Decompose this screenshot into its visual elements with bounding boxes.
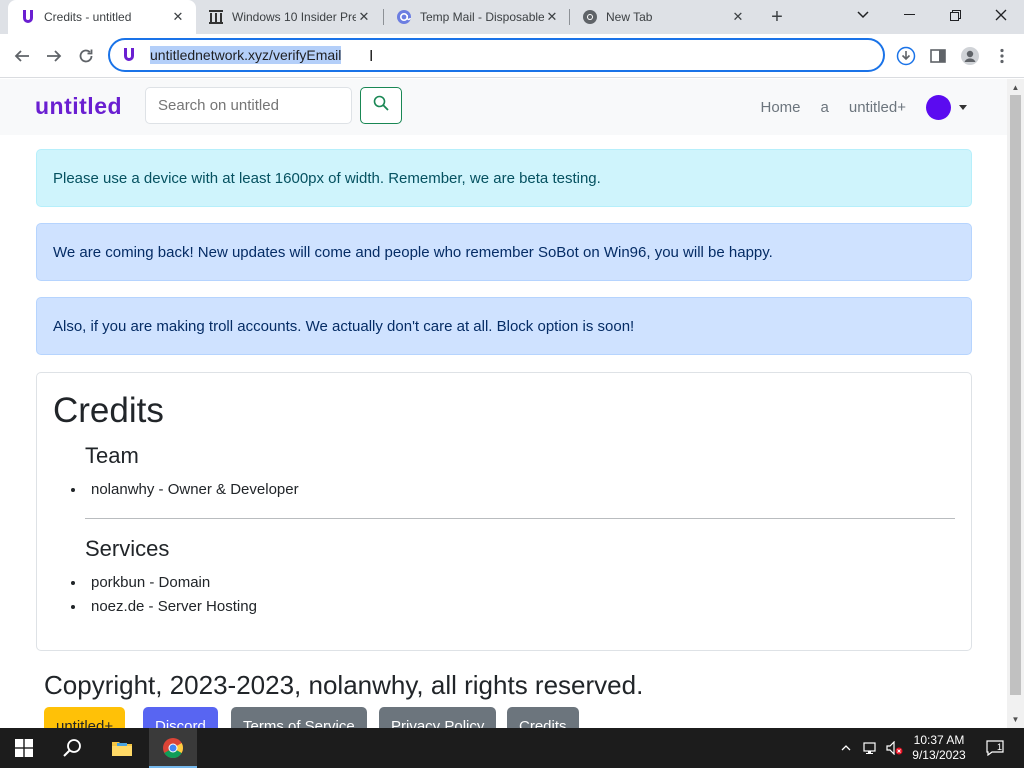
button-label: Discord (155, 717, 206, 729)
reload-button[interactable] (72, 42, 100, 70)
button-label: Terms of Service (243, 717, 355, 729)
privacy-policy-button[interactable]: Privacy Policy (379, 707, 497, 729)
nav-link-a[interactable]: a (821, 99, 829, 116)
alert-updates-notice: We are coming back! New updates will com… (36, 223, 972, 281)
nav-link-home[interactable]: Home (761, 99, 801, 116)
credits-button[interactable]: Credits (507, 707, 579, 728)
copyright-text: Copyright, 2023-2023, nolanwhy, all righ… (44, 670, 644, 700)
notification-count: 1 (997, 742, 1003, 752)
list-item: porkbun - Domain (71, 571, 257, 595)
tab-title: Windows 10 Insider Pre (232, 10, 356, 24)
brand-logo[interactable]: untitled (35, 93, 122, 120)
browser-toolbar: untitlednetwork.xyz/verifyEmail I (0, 34, 1024, 78)
more-menu-icon[interactable] (990, 44, 1014, 68)
credits-card: Credits Team nolanwhy - Owner & Develope… (36, 372, 972, 651)
search-button[interactable] (360, 87, 402, 124)
tab-title: Temp Mail - Disposable (420, 10, 544, 24)
forward-button[interactable] (40, 42, 68, 70)
new-tab-button[interactable]: + (766, 6, 788, 28)
download-icon[interactable] (894, 44, 918, 68)
untitled-favicon-icon (20, 9, 36, 25)
site-search-input[interactable] (145, 87, 352, 124)
terms-of-service-button[interactable]: Terms of Service (231, 707, 367, 728)
services-heading: Services (85, 536, 170, 561)
scroll-up-icon[interactable]: ▲ (1011, 83, 1020, 92)
discord-button[interactable]: Discord (143, 707, 218, 728)
tray-chevron-icon[interactable] (836, 728, 856, 768)
restore-button[interactable] (932, 0, 978, 30)
clock-date: 9/13/2023 (912, 748, 966, 762)
close-icon[interactable]: ✕ (356, 9, 372, 25)
tab-search-chevron-icon[interactable] (840, 0, 886, 30)
tab-title: New Tab (606, 10, 653, 24)
start-button[interactable] (0, 728, 48, 768)
back-button[interactable] (8, 42, 36, 70)
close-icon[interactable]: ✕ (544, 9, 560, 25)
close-window-button[interactable] (978, 0, 1024, 30)
button-label: Privacy Policy (391, 717, 485, 729)
chrome-favicon-icon (582, 9, 598, 25)
clock[interactable]: 10:37 AM 9/13/2023 (908, 728, 970, 768)
alert-text: Please use a device with at least 1600px… (53, 169, 601, 187)
alert-width-notice: Please use a device with at least 1600px… (36, 149, 972, 207)
untitled-plus-button[interactable]: untitled+ (44, 707, 126, 729)
chrome-taskbar-icon[interactable] (149, 728, 197, 768)
caret-down-icon (959, 104, 967, 110)
tab-new-tab[interactable]: New Tab ✕ (570, 0, 756, 34)
divider (85, 518, 955, 519)
close-icon[interactable]: ✕ (170, 9, 186, 25)
list-item: nolanwhy - Owner & Developer (71, 478, 299, 502)
services-list: porkbun - Domain noez.de - Server Hostin… (85, 571, 257, 619)
team-heading: Team (85, 443, 139, 468)
tab-credits[interactable]: Credits - untitled ✕ (8, 0, 196, 34)
search-icon[interactable] (48, 728, 96, 768)
windows-taskbar: 10:37 AM 9/13/2023 1 (0, 728, 1024, 768)
network-icon[interactable] (860, 728, 882, 768)
notifications-icon[interactable]: 1 (980, 728, 1010, 768)
tab-title: Credits - untitled (44, 10, 132, 24)
web-page: untitled Home a untitled+ Please use a d… (0, 79, 1007, 728)
team-list: nolanwhy - Owner & Developer (85, 478, 299, 502)
scrollbar-thumb[interactable] (1010, 95, 1021, 695)
scroll-down-icon[interactable]: ▼ (1011, 715, 1020, 724)
tab-windows-insider[interactable]: Windows 10 Insider Pre ✕ (196, 0, 382, 34)
text-cursor-icon: I (369, 48, 374, 65)
page-scrollbar[interactable]: ▲ ▼ (1007, 79, 1024, 728)
alert-troll-notice: Also, if you are making troll accounts. … (36, 297, 972, 355)
button-label: untitled+ (56, 717, 114, 729)
side-panel-icon[interactable] (926, 44, 950, 68)
button-label: Credits (519, 717, 567, 729)
address-bar[interactable]: untitlednetwork.xyz/verifyEmail I (108, 38, 885, 72)
alert-text: Also, if you are making troll accounts. … (53, 317, 635, 335)
untitled-site-icon (120, 46, 138, 64)
profile-icon[interactable] (958, 44, 982, 68)
clock-time: 10:37 AM (913, 733, 965, 747)
list-item: noez.de - Server Hosting (71, 595, 257, 619)
tempmail-favicon-icon (396, 9, 412, 25)
tab-strip: Credits - untitled ✕ Windows 10 Insider … (0, 0, 1024, 34)
tab-temp-mail[interactable]: Temp Mail - Disposable ✕ (384, 0, 570, 34)
alert-text: We are coming back! New updates will com… (53, 243, 773, 261)
avatar (926, 94, 951, 120)
close-icon[interactable]: ✕ (730, 9, 746, 25)
volume-muted-icon[interactable] (884, 728, 906, 768)
nav-link-untitled-plus[interactable]: untitled+ (849, 99, 906, 116)
minimize-button[interactable] (886, 0, 932, 30)
user-menu-toggle[interactable] (926, 94, 967, 120)
nav-links: Home a untitled+ (761, 79, 967, 135)
search-icon (373, 95, 389, 116)
site-navbar: untitled Home a untitled+ (0, 79, 1007, 135)
url-text[interactable]: untitlednetwork.xyz/verifyEmail (150, 46, 342, 64)
credits-title: Credits (53, 391, 164, 430)
archive-favicon-icon (208, 9, 224, 25)
file-explorer-icon[interactable] (98, 728, 146, 768)
